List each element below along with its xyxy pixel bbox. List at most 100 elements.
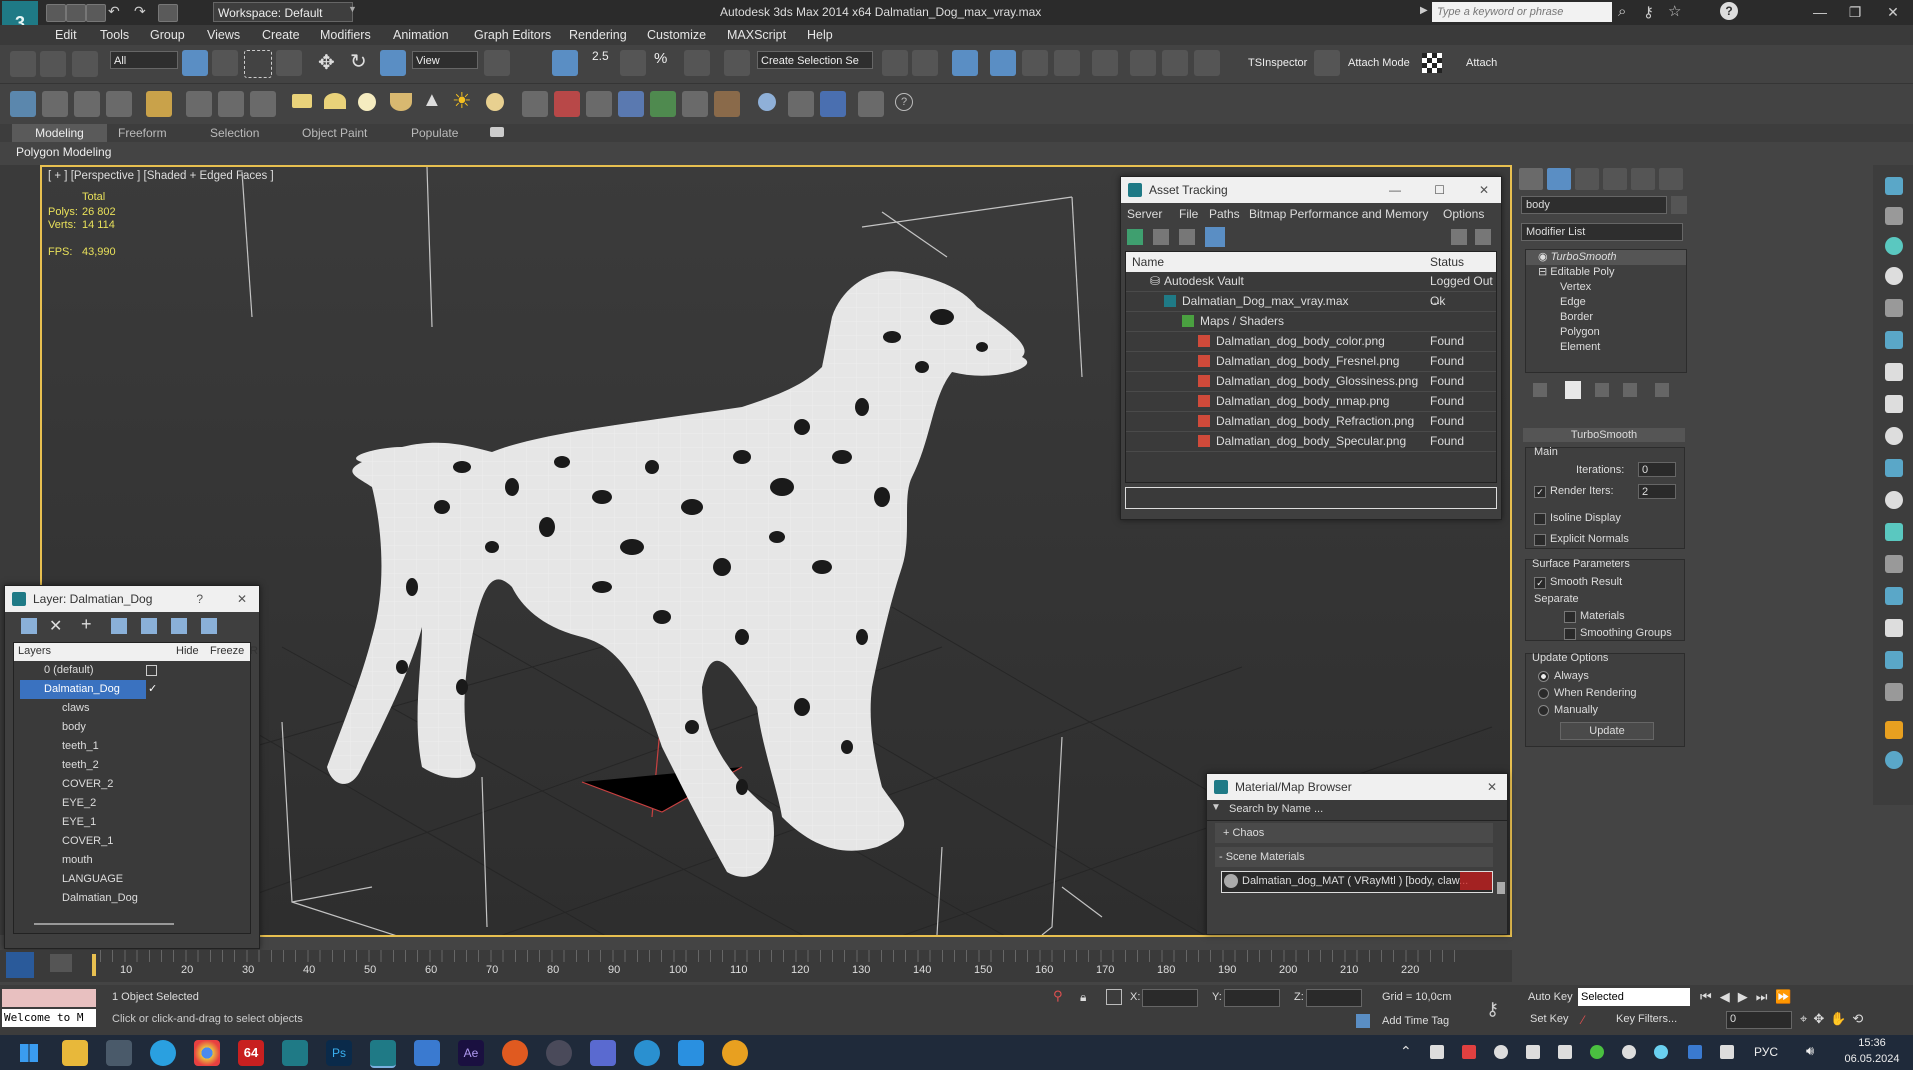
- tool-icon-17[interactable]: [554, 91, 580, 117]
- tool-icon-7[interactable]: [218, 91, 244, 117]
- lock-icon[interactable]: 🔒︎: [1080, 990, 1086, 1005]
- light-icon[interactable]: [146, 91, 172, 117]
- clock-time[interactable]: 15:36: [1840, 1037, 1904, 1049]
- tool-icon-18[interactable]: [586, 91, 612, 117]
- chevron-down-icon[interactable]: ▼: [348, 4, 357, 14]
- refresh-icon[interactable]: [1127, 229, 1143, 245]
- workspace-dropdown[interactable]: Workspace: Default: [213, 2, 353, 22]
- angle-snap-label[interactable]: 2.5: [592, 49, 609, 63]
- help-icon[interactable]: [1451, 229, 1467, 245]
- layer-object-row[interactable]: COVER_1: [14, 832, 250, 851]
- favorites-icon[interactable]: ☆: [1668, 2, 1681, 20]
- sphere-light-icon[interactable]: [486, 93, 504, 111]
- tool-icon-8[interactable]: [250, 91, 276, 117]
- isoline-checkbox[interactable]: [1534, 513, 1546, 525]
- asset-tracking-titlebar[interactable]: Asset Tracking — ☐ ✕: [1121, 177, 1501, 203]
- window-crossing-icon[interactable]: [276, 50, 302, 76]
- render-iters-checkbox[interactable]: ✓: [1534, 486, 1546, 498]
- col-freeze[interactable]: Freeze: [210, 645, 244, 657]
- binoculars-icon[interactable]: ⌕: [1618, 3, 1626, 20]
- tool-icon-19[interactable]: [618, 91, 644, 117]
- utilities-tab-icon[interactable]: [1659, 168, 1683, 190]
- asset-row[interactable]: Dalmatian_dog_body_color.png Found: [1126, 332, 1496, 352]
- layer-object-row[interactable]: LANGUAGE: [14, 870, 250, 889]
- add-icon[interactable]: +: [81, 614, 92, 635]
- tool-icon-25[interactable]: [820, 91, 846, 117]
- create-tab-icon[interactable]: [1519, 168, 1543, 190]
- current-frame-field[interactable]: 0: [1726, 1011, 1792, 1029]
- menu-options[interactable]: Options: [1443, 207, 1484, 221]
- strip-icon-8[interactable]: [1885, 395, 1903, 413]
- bowl-icon[interactable]: [390, 93, 412, 111]
- edge-icon[interactable]: [634, 1040, 660, 1066]
- strip-icon-10[interactable]: [1885, 459, 1903, 477]
- layer-object-row[interactable]: teeth_2: [14, 756, 250, 775]
- align-icon[interactable]: [912, 50, 938, 76]
- 3dsmax-active-icon[interactable]: [370, 1040, 396, 1068]
- col-name[interactable]: Name: [1132, 255, 1164, 269]
- strip-icon-5[interactable]: [1885, 299, 1903, 317]
- strip-icon-16[interactable]: [1885, 651, 1903, 669]
- menu-file[interactable]: File: [1179, 207, 1198, 221]
- help-button[interactable]: ?: [196, 586, 203, 612]
- eye-icon[interactable]: ◉: [1538, 251, 1551, 263]
- strip-icon-4[interactable]: [1885, 267, 1903, 285]
- when-rendering-radio[interactable]: [1538, 688, 1549, 699]
- layer-row[interactable]: 0 (default): [14, 661, 250, 680]
- smooth-result-checkbox[interactable]: ✓: [1534, 577, 1546, 589]
- menu-server[interactable]: Server: [1127, 207, 1162, 221]
- absolute-mode-icon[interactable]: [1106, 989, 1122, 1005]
- hierarchy-tab-icon[interactable]: [1575, 168, 1599, 190]
- layer-object-row[interactable]: teeth_1: [14, 737, 250, 756]
- group-scene-materials[interactable]: - Scene Materials: [1215, 847, 1493, 867]
- angle-snap-icon[interactable]: [620, 50, 646, 76]
- material-sphere-icon[interactable]: [758, 93, 776, 111]
- tray-icon-2[interactable]: [1462, 1045, 1476, 1059]
- rendered-frame-icon[interactable]: [1162, 50, 1188, 76]
- key-filters-button[interactable]: Key Filters...: [1616, 1013, 1677, 1025]
- save-app-icon[interactable]: [590, 1040, 616, 1066]
- selection-filter-dropdown[interactable]: All: [110, 51, 178, 69]
- chrome-icon[interactable]: [194, 1040, 220, 1066]
- turbosmooth-rollout-header[interactable]: TurboSmooth: [1523, 428, 1685, 442]
- motion-tab-icon[interactable]: [1603, 168, 1627, 190]
- strip-icon-9[interactable]: [1885, 427, 1903, 445]
- stack-element[interactable]: Element: [1526, 340, 1686, 355]
- stack-polygon[interactable]: Polygon: [1526, 325, 1686, 340]
- minus-icon[interactable]: ⊟: [1538, 266, 1550, 278]
- configure-sets-icon[interactable]: [1655, 383, 1669, 397]
- set-key-button[interactable]: Set Key: [1530, 1013, 1569, 1025]
- app-headphones-icon[interactable]: [722, 1040, 748, 1066]
- attach-mode-button[interactable]: Attach Mode: [1348, 57, 1410, 69]
- menu-bitmap-performance[interactable]: Bitmap Performance and Memory: [1249, 207, 1428, 221]
- expand-arrow-icon[interactable]: ▶: [1420, 5, 1428, 16]
- notepad-icon[interactable]: [414, 1040, 440, 1066]
- after-effects-icon[interactable]: Ae: [458, 1040, 484, 1066]
- show-end-result-icon[interactable]: [1565, 381, 1581, 399]
- polygon-modeling-panel[interactable]: Polygon Modeling: [16, 145, 111, 159]
- unlink-icon[interactable]: [40, 51, 66, 77]
- redo-icon[interactable]: ↷: [134, 3, 146, 20]
- viewport-nav-controls[interactable]: ⌖✥✋⟲: [1800, 1011, 1910, 1029]
- maxscript-listener-input[interactable]: Welcome to M: [2, 1009, 96, 1027]
- auto-key-button[interactable]: Auto Key: [1528, 991, 1573, 1003]
- select-object-icon[interactable]: [182, 50, 208, 76]
- freeze-all-icon[interactable]: [201, 618, 217, 634]
- new-file-icon[interactable]: [46, 4, 66, 22]
- manually-radio[interactable]: [1538, 705, 1549, 716]
- asset-row[interactable]: Dalmatian_dog_body_Refraction.png Found: [1126, 412, 1496, 432]
- display-tab-icon[interactable]: [1631, 168, 1655, 190]
- update-button[interactable]: Update: [1560, 722, 1654, 740]
- material-item[interactable]: Dalmatian_dog_MAT ( VRayMtl ) [body, cla…: [1221, 871, 1493, 893]
- asset-path-field[interactable]: [1125, 487, 1497, 509]
- hair-icon[interactable]: [682, 91, 708, 117]
- tray-icon-5[interactable]: [1558, 1045, 1572, 1059]
- tray-icon-4[interactable]: [1526, 1045, 1540, 1059]
- clock-date[interactable]: 06.05.2024: [1840, 1053, 1904, 1065]
- settings-icon[interactable]: [1475, 229, 1491, 245]
- strip-icon-11[interactable]: [1885, 491, 1903, 509]
- material-search-input[interactable]: Search by Name ...: [1229, 803, 1323, 815]
- timeline-track[interactable]: 10 20 30 40 50 60 70 80 90 100 110 120 130 140 150 160 1…: [40, 950, 1512, 982]
- tray-icon-7[interactable]: [1622, 1045, 1636, 1059]
- edit-named-selection-icon[interactable]: [724, 50, 750, 76]
